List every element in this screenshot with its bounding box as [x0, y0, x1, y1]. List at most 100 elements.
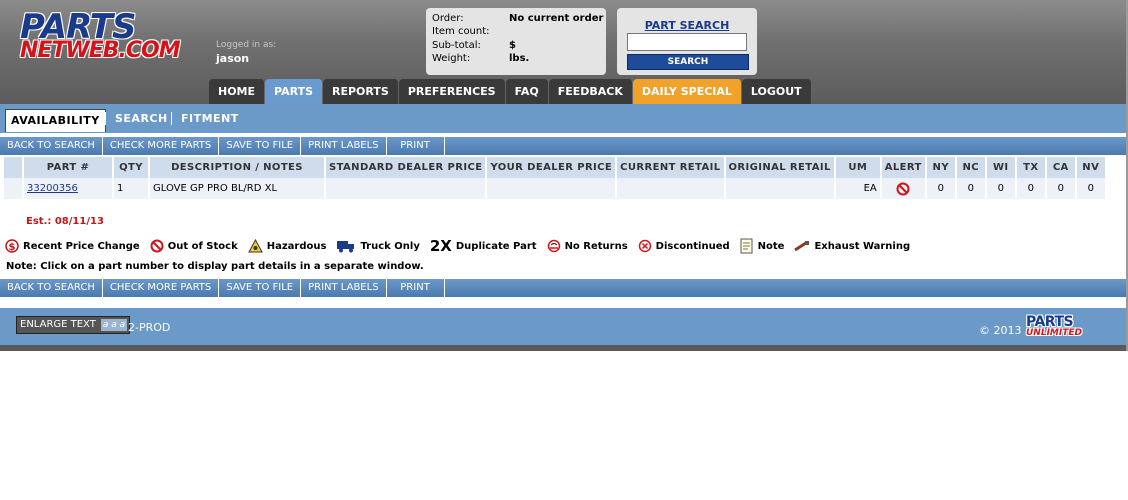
legend-note-label: Note [757, 240, 785, 252]
legend-exhaust: Exhaust Warning [794, 239, 910, 253]
header-original-retail: ORIGINAL RETAIL [725, 157, 834, 178]
parts-unlimited-logo: PARTS UNLIMITED [1026, 314, 1108, 338]
top-toolbar: BACK TO SEARCH CHECK MORE PARTS SAVE TO … [0, 137, 1126, 155]
part-search-button[interactable]: SEARCH [627, 54, 749, 70]
legend-duplicate-label: Duplicate Part [455, 240, 537, 252]
main-nav: HOME PARTS REPORTS PREFERENCES FAQ FEEDB… [209, 79, 812, 104]
subtotal-value: $ [509, 40, 516, 51]
original-retail-cell [725, 178, 834, 199]
part-number-link[interactable]: 33200356 [27, 183, 78, 194]
print-button[interactable]: PRINT [387, 279, 445, 297]
tab-fitment[interactable]: FITMENT [181, 112, 239, 125]
logo-parts-text: PARTS [20, 7, 136, 47]
order-value: No current order [509, 13, 604, 24]
header-qty: QTY [114, 157, 148, 178]
subtotal-label: Sub-total: [432, 40, 481, 51]
out-of-stock-icon [150, 239, 164, 253]
print-labels-button[interactable]: PRINT LABELS [301, 279, 387, 297]
weight-value: lbs. [509, 53, 530, 64]
weight-label: Weight: [432, 53, 471, 64]
environment-label: 2-PROD [128, 321, 171, 334]
header-um: UM [835, 157, 880, 178]
part-search-box: PART SEARCH SEARCH [617, 8, 757, 75]
table-row: 33200356 1 GLOVE GP PRO BL/RD XL EA 0 0 … [4, 178, 1105, 199]
save-to-file-button[interactable]: SAVE TO FILE [219, 137, 302, 155]
truck-icon [337, 241, 355, 253]
footer: ENLARGE TEXT a a a 2-PROD © 2013 PARTS U… [0, 308, 1126, 345]
print-labels-button[interactable]: PRINT LABELS [301, 137, 387, 155]
legend-discontinued-label: Discontinued [655, 240, 730, 252]
note-icon [740, 238, 753, 254]
availability-table: PART # QTY DESCRIPTION / NOTES STANDARD … [2, 157, 1107, 199]
back-to-search-button[interactable]: BACK TO SEARCH [0, 279, 103, 297]
select-cell [4, 178, 22, 199]
header-ny: NY [926, 157, 955, 178]
legend-duplicate: 2X Duplicate Part [430, 237, 537, 255]
order-label: Order: [432, 13, 464, 24]
header-wi: WI [986, 157, 1015, 178]
print-button[interactable]: PRINT [387, 137, 445, 155]
header-standard-price: STANDARD DEALER PRICE [326, 157, 486, 178]
header-part: PART # [24, 157, 112, 178]
stock-nv-cell: 0 [1076, 178, 1105, 199]
part-search-title[interactable]: PART SEARCH [617, 19, 757, 32]
legend-truck-only: Truck Only [336, 239, 420, 253]
check-more-parts-button[interactable]: CHECK MORE PARTS [103, 279, 220, 297]
sub-tabs: AVAILABILITY SEARCH FITMENT [0, 104, 1126, 133]
pu-logo-parts: PARTS [1026, 314, 1074, 330]
nav-preferences[interactable]: PREFERENCES [398, 79, 506, 104]
header-tx: TX [1016, 157, 1045, 178]
header-alert: ALERT [881, 157, 925, 178]
nav-reports[interactable]: REPORTS [323, 79, 399, 104]
part-number-cell: 33200356 [24, 178, 112, 199]
check-more-parts-button[interactable]: CHECK MORE PARTS [103, 137, 220, 155]
tab-separator [105, 112, 106, 125]
header-ca: CA [1046, 157, 1075, 178]
nav-daily-special[interactable]: DAILY SPECIAL [632, 79, 742, 104]
estimated-date: Est.: 08/11/13 [26, 216, 104, 227]
login-label: Logged in as: [216, 40, 277, 50]
nav-faq[interactable]: FAQ [505, 79, 549, 104]
stock-ny-cell: 0 [926, 178, 955, 199]
tab-availability[interactable]: AVAILABILITY [5, 109, 106, 132]
nav-home[interactable]: HOME [209, 79, 266, 104]
back-to-search-button[interactable]: BACK TO SEARCH [0, 137, 103, 155]
part-number-note: Note: Click on a part number to display … [6, 261, 424, 272]
save-to-file-button[interactable]: SAVE TO FILE [219, 279, 302, 297]
tab-search[interactable]: SEARCH [115, 112, 168, 125]
enlarge-text-button[interactable]: ENLARGE TEXT a a a [16, 316, 131, 334]
login-info: Logged in as: jason [216, 40, 276, 65]
legend-no-returns-label: No Returns [564, 240, 628, 252]
header-nc: NC [956, 157, 985, 178]
exhaust-warning-icon [794, 241, 810, 252]
stock-nc-cell: 0 [956, 178, 985, 199]
alert-legend: $ Recent Price Change Out of Stock Hazar… [5, 236, 920, 256]
enlarge-text-label: ENLARGE TEXT [20, 319, 96, 330]
stock-tx-cell: 0 [1016, 178, 1045, 199]
current-retail-cell [617, 178, 724, 199]
legend-exhaust-label: Exhaust Warning [814, 240, 911, 252]
nav-logout[interactable]: LOGOUT [741, 79, 812, 104]
table-header-row: PART # QTY DESCRIPTION / NOTES STANDARD … [4, 157, 1105, 178]
order-summary: Order: No current order Item count: Sub-… [426, 8, 606, 75]
svg-text:$: $ [9, 242, 16, 253]
partsnetweb-logo[interactable]: PARTS NETWEB.COM [20, 7, 181, 62]
qty-cell: 1 [114, 178, 148, 199]
tab-separator [171, 112, 172, 125]
item-count-label: Item count: [432, 26, 490, 37]
select-header [4, 157, 22, 178]
legend-out-of-stock: Out of Stock [150, 239, 238, 253]
pu-logo-unlimited: UNLIMITED [1026, 328, 1082, 338]
nav-parts[interactable]: PARTS [265, 79, 323, 104]
standard-price-cell [326, 178, 486, 199]
duplicate-icon: 2X [430, 237, 452, 255]
part-search-input[interactable] [627, 33, 747, 51]
description-cell: GLOVE GP PRO BL/RD XL [150, 178, 324, 199]
header: PARTS NETWEB.COM Logged in as: jason Ord… [0, 0, 1126, 104]
legend-note: Note [740, 238, 785, 254]
legend-price-change-label: Recent Price Change [23, 240, 140, 252]
legend-hazardous-label: Hazardous [266, 240, 327, 252]
nav-feedback[interactable]: FEEDBACK [548, 79, 633, 104]
header-nv: NV [1076, 157, 1105, 178]
header-current-retail: CURRENT RETAIL [617, 157, 724, 178]
